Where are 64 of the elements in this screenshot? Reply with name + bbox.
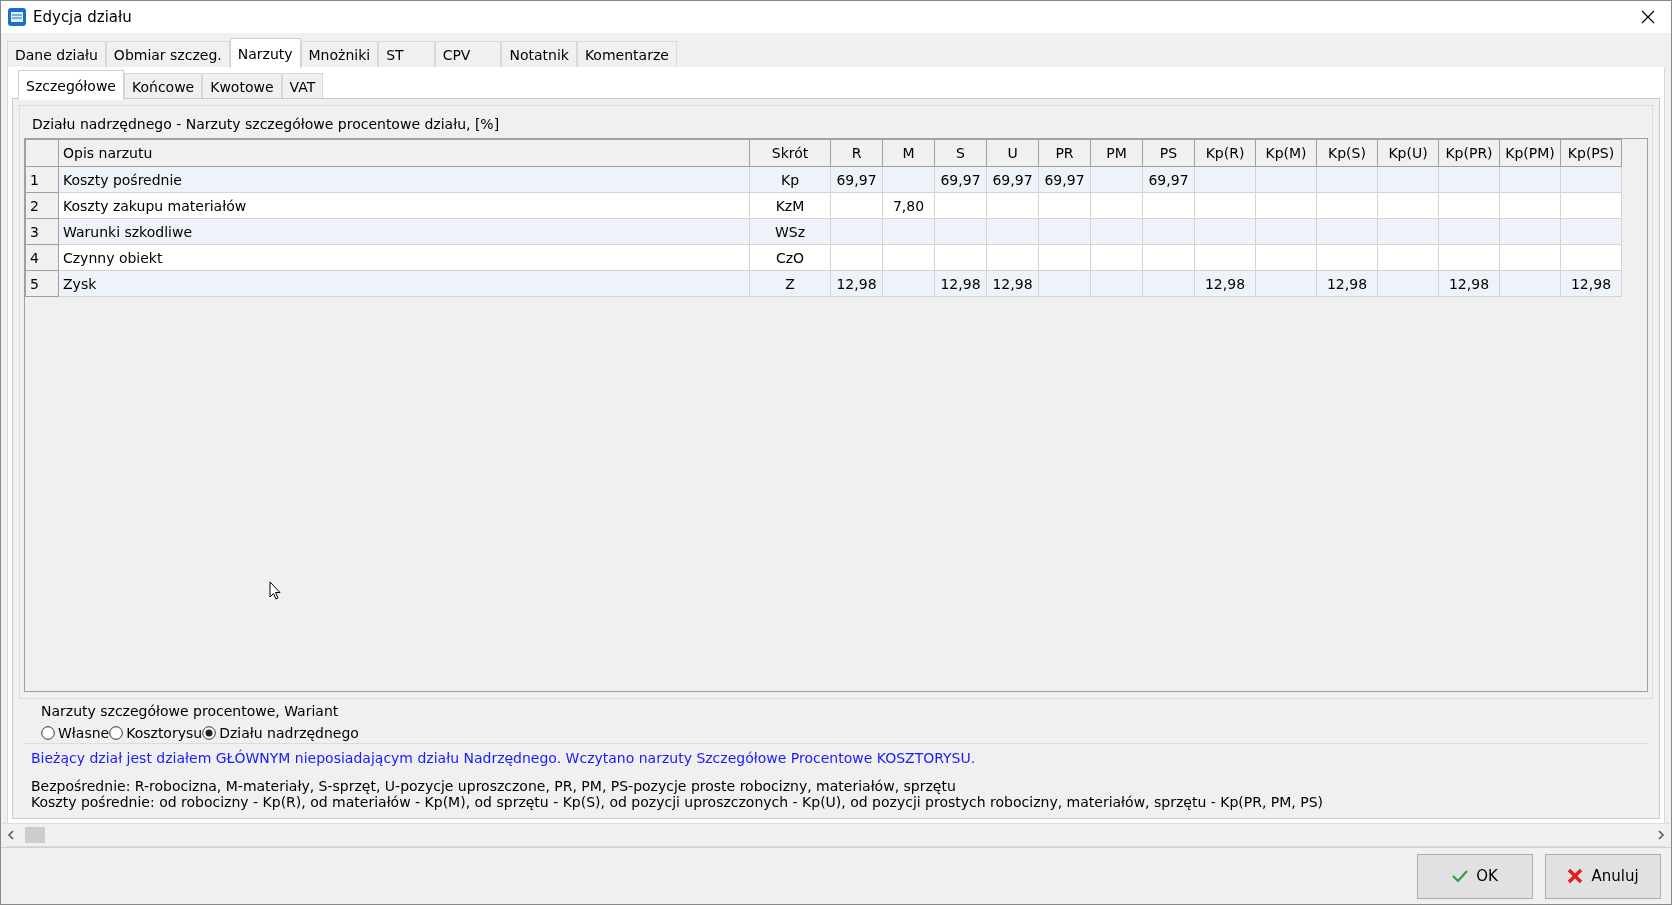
column-header[interactable]: Kp(U) bbox=[1377, 139, 1439, 167]
ok-button[interactable]: OK bbox=[1417, 853, 1533, 899]
table-cell: KzM bbox=[749, 192, 831, 219]
table-cell: CzO bbox=[749, 244, 831, 271]
table-cell: Kp bbox=[749, 166, 831, 193]
group-title: Narzuty szczegółowe procentowe, Wariant bbox=[41, 703, 339, 719]
column-header[interactable]: Opis narzutu bbox=[58, 139, 750, 167]
scroll-thumb[interactable] bbox=[25, 827, 45, 843]
column-header[interactable]: S bbox=[934, 139, 987, 167]
notice-text: Bieżący dział jest działem GŁÓWNYM nieposiadającym działu Nadrzędnego. Wczytano narzuty Szczegółowe Procentowe KOSZTORYSU. bbox=[30, 748, 977, 768]
scrollbar[interactable] bbox=[3, 823, 1669, 846]
table-cell: Koszty pośrednie bbox=[58, 166, 750, 193]
row-number: 1 bbox=[25, 166, 59, 193]
row-number: 5 bbox=[25, 270, 59, 297]
tab[interactable]: ST bbox=[378, 41, 435, 67]
legend-text: Bezpośrednie: R-robocizna, M-materiały, S-sprzęt, U-pozycje uproszczone, PR, PM, PS-pozycje proste robocizny, materiałów, sprzętu bbox=[31, 778, 957, 794]
legend-text: Koszty pośrednie: od robocizny - Kp(R), od materiałów - Kp(M), od sprzętu - Kp(S), od pozycji uproszczonych - Kp(U), od pozycji prostych robocizny, materiałów, sprzętu - Kp(PR, PM, PS) bbox=[31, 794, 1325, 810]
column-header[interactable]: Kp(PM) bbox=[1499, 139, 1561, 167]
column-header[interactable]: Skrót bbox=[749, 139, 831, 167]
column-header[interactable]: U bbox=[986, 139, 1039, 167]
tab[interactable]: Notatnik bbox=[501, 41, 577, 67]
row-number: 4 bbox=[25, 244, 59, 271]
tab[interactable]: Szczegółowe bbox=[18, 70, 124, 100]
tab[interactable]: Kwotowe bbox=[202, 73, 282, 99]
column-header[interactable]: R bbox=[830, 139, 883, 167]
table-cell: Z bbox=[749, 270, 831, 297]
window-title: Edycja działu bbox=[33, 8, 132, 26]
table-cell: WSz bbox=[749, 218, 831, 245]
tab[interactable]: Dane działu bbox=[7, 41, 106, 67]
tab[interactable]: Końcowe bbox=[123, 73, 203, 99]
column-header[interactable]: PS bbox=[1142, 139, 1195, 167]
column-header[interactable]: Kp(M) bbox=[1255, 139, 1317, 167]
column-header[interactable]: Kp(S) bbox=[1316, 139, 1378, 167]
cancel-button[interactable]: Anuluj bbox=[1545, 853, 1661, 899]
app-icon bbox=[7, 7, 27, 27]
column-header[interactable]: PR bbox=[1038, 139, 1091, 167]
row-number: 3 bbox=[25, 218, 59, 245]
table-cell: Zysk bbox=[58, 270, 750, 297]
column-header[interactable]: M bbox=[882, 139, 935, 167]
close-icon[interactable] bbox=[1641, 10, 1655, 24]
table-cell: Koszty zakupu materiałów bbox=[58, 192, 750, 219]
radio-label[interactable]: Kosztorysu bbox=[126, 725, 203, 741]
radio-label[interactable]: Własne bbox=[58, 725, 110, 741]
check-icon bbox=[1452, 869, 1469, 883]
cursor-icon bbox=[269, 581, 281, 600]
radio-label[interactable]: Działu nadrzędnego bbox=[219, 725, 359, 741]
tab[interactable]: Mnożniki bbox=[300, 41, 379, 67]
table-cell: Warunki szkodliwe bbox=[58, 218, 750, 245]
tab[interactable]: Narzuty bbox=[229, 38, 301, 68]
radio-button[interactable] bbox=[202, 726, 217, 740]
table-cell: Czynny obiekt bbox=[58, 244, 750, 271]
tab[interactable]: Komentarze bbox=[576, 41, 677, 67]
column-header[interactable]: Kp(PS) bbox=[1560, 139, 1622, 167]
tab[interactable]: VAT bbox=[281, 73, 324, 99]
close-icon bbox=[1567, 868, 1584, 884]
radio-button[interactable] bbox=[41, 726, 55, 740]
column-header[interactable]: Kp(PR) bbox=[1438, 139, 1500, 167]
tab[interactable]: Obmiar szczeg. bbox=[105, 41, 230, 67]
column-header[interactable]: PM bbox=[1090, 139, 1143, 167]
tab[interactable]: CPV bbox=[434, 41, 502, 67]
radio-button[interactable] bbox=[109, 726, 124, 740]
column-header[interactable]: Kp(R) bbox=[1194, 139, 1256, 167]
group-title: Działu nadrzędnego - Narzuty szczegółowe procentowe działu, [%] bbox=[32, 116, 501, 132]
row-number: 2 bbox=[25, 192, 59, 219]
